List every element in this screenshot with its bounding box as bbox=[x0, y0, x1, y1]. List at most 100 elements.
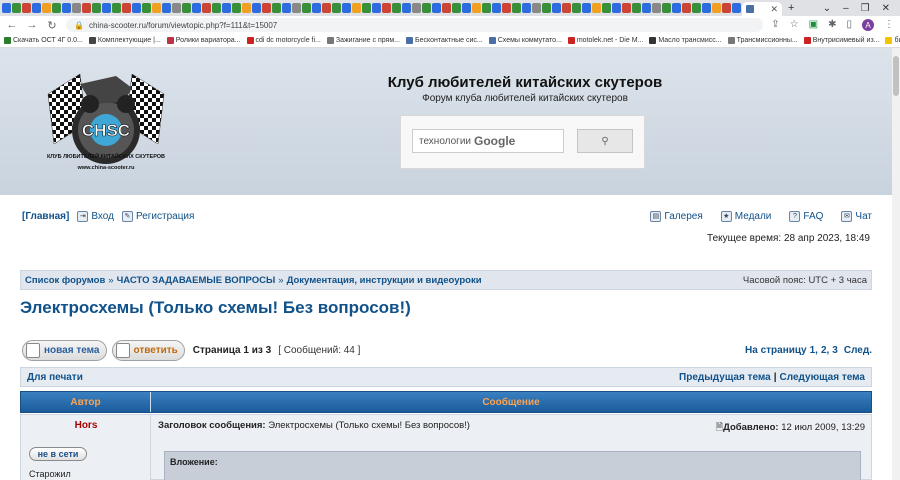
pinned-tab-favicon-icon[interactable] bbox=[262, 3, 271, 13]
author-name[interactable]: Hors bbox=[21, 420, 151, 431]
back-icon[interactable]: ← bbox=[6, 19, 18, 31]
pinned-tab-favicon-icon[interactable] bbox=[302, 3, 311, 13]
pinned-tab-favicon-icon[interactable] bbox=[362, 3, 371, 13]
pinned-tab-favicon-icon[interactable] bbox=[642, 3, 651, 13]
nav-login[interactable]: ⇥ Вход bbox=[77, 210, 114, 222]
pinned-tab-favicon-icon[interactable] bbox=[332, 3, 341, 13]
pinned-tab-favicon-icon[interactable] bbox=[222, 3, 231, 13]
scrollbar-thumb[interactable] bbox=[893, 56, 899, 96]
pinned-tab-favicon-icon[interactable] bbox=[522, 3, 531, 13]
pinned-tab-favicon-icon[interactable] bbox=[662, 3, 671, 13]
pinned-tab-favicon-icon[interactable] bbox=[172, 3, 181, 13]
pinned-tab-favicon-icon[interactable] bbox=[22, 3, 31, 13]
pinned-tab-favicon-icon[interactable] bbox=[72, 3, 81, 13]
pinned-tab-favicon-icon[interactable] bbox=[162, 3, 171, 13]
pinned-tab-favicon-icon[interactable] bbox=[352, 3, 361, 13]
pinned-tab-favicon-icon[interactable] bbox=[132, 3, 141, 13]
pinned-tab-favicon-icon[interactable] bbox=[442, 3, 451, 13]
tab-close-icon[interactable]: ✕ bbox=[770, 4, 778, 15]
pinned-tab-favicon-icon[interactable] bbox=[292, 3, 301, 13]
page-link-3[interactable]: 3 bbox=[832, 345, 838, 356]
page-link-1[interactable]: 1, bbox=[810, 345, 818, 356]
pinned-tab-favicon-icon[interactable] bbox=[482, 3, 491, 13]
topic-title[interactable]: Электросхемы (Только схемы! Без вопросов… bbox=[20, 298, 411, 318]
print-link[interactable]: Для печати bbox=[27, 372, 83, 383]
pinned-tab-favicon-icon[interactable] bbox=[52, 3, 61, 13]
post-icon[interactable]: 🗎 bbox=[715, 422, 723, 433]
bookmark-item[interactable]: motolek.net - Die M... bbox=[567, 37, 643, 44]
pinned-tab-favicon-icon[interactable] bbox=[582, 3, 591, 13]
pinned-tab-favicon-icon[interactable] bbox=[192, 3, 201, 13]
nav-home[interactable]: [Главная] bbox=[22, 211, 69, 222]
bookmark-item[interactable]: Трансмиссионны... bbox=[727, 37, 798, 44]
profile-avatar[interactable]: A bbox=[862, 19, 874, 31]
bookmark-star-icon[interactable]: ☆ bbox=[790, 19, 799, 31]
window-close-icon[interactable]: ✕ bbox=[882, 3, 890, 14]
pinned-tab-favicon-icon[interactable] bbox=[12, 3, 21, 13]
breadcrumb-forum-list[interactable]: Список форумов bbox=[25, 275, 105, 286]
pinned-tab-favicon-icon[interactable] bbox=[392, 3, 401, 13]
breadcrumb-faq[interactable]: ЧАСТО ЗАДАВАЕМЫЕ ВОПРОСЫ bbox=[117, 275, 276, 286]
pinned-tab-favicon-icon[interactable] bbox=[592, 3, 601, 13]
pinned-tab-favicon-icon[interactable] bbox=[682, 3, 691, 13]
pinned-tab-favicon-icon[interactable] bbox=[2, 3, 11, 13]
pinned-tab-favicon-icon[interactable] bbox=[612, 3, 621, 13]
bookmark-item[interactable]: Внутрисимевый из... bbox=[803, 37, 879, 44]
pinned-tab-favicon-icon[interactable] bbox=[152, 3, 161, 13]
pinned-tab-favicon-icon[interactable] bbox=[112, 3, 121, 13]
new-tab-icon[interactable]: + bbox=[788, 2, 794, 14]
pinned-tabs[interactable] bbox=[2, 3, 742, 13]
bookmark-item[interactable]: билайн (кс. Мой Б... bbox=[885, 37, 900, 44]
pinned-tab-favicon-icon[interactable] bbox=[472, 3, 481, 13]
pinned-tab-favicon-icon[interactable] bbox=[492, 3, 501, 13]
pinned-tab-favicon-icon[interactable] bbox=[512, 3, 521, 13]
address-bar[interactable]: 🔒 china-scooter.ru/forum/viewtopic.php?f… bbox=[66, 18, 764, 32]
chsc-logo[interactable]: CHSC КЛУБ ЛЮБИТЕЛЕЙ КИТАЙСКИХ СКУТЕРОВ w… bbox=[40, 54, 172, 184]
pinned-tab-favicon-icon[interactable] bbox=[42, 3, 51, 13]
nav-faq[interactable]: ? FAQ bbox=[789, 210, 823, 222]
pinned-tab-favicon-icon[interactable] bbox=[672, 3, 681, 13]
pinned-tab-favicon-icon[interactable] bbox=[402, 3, 411, 13]
bookmark-item[interactable]: Ролики вариатора... bbox=[166, 37, 241, 44]
pinned-tab-favicon-icon[interactable] bbox=[692, 3, 701, 13]
pinned-tab-favicon-icon[interactable] bbox=[252, 3, 261, 13]
bookmark-item[interactable]: Комплектующие |... bbox=[88, 37, 161, 44]
pinned-tab-favicon-icon[interactable] bbox=[732, 3, 741, 13]
bookmark-item[interactable]: Зажигание с прям... bbox=[326, 37, 400, 44]
search-input[interactable]: технологии Google bbox=[412, 129, 564, 153]
next-topic-link[interactable]: Следующая тема bbox=[780, 372, 865, 383]
pinned-tab-favicon-icon[interactable] bbox=[542, 3, 551, 13]
forward-icon[interactable]: → bbox=[26, 19, 38, 31]
pinned-tab-favicon-icon[interactable] bbox=[462, 3, 471, 13]
sidebar-icon[interactable]: ▯ bbox=[846, 19, 852, 31]
pinned-tab-favicon-icon[interactable] bbox=[92, 3, 101, 13]
minimize-icon[interactable]: – bbox=[843, 3, 849, 14]
pinned-tab-favicon-icon[interactable] bbox=[422, 3, 431, 13]
pinned-tab-favicon-icon[interactable] bbox=[242, 3, 251, 13]
bookmark-item[interactable]: Схемы коммутато... bbox=[488, 37, 562, 44]
pinned-tab-favicon-icon[interactable] bbox=[412, 3, 421, 13]
pinned-tab-favicon-icon[interactable] bbox=[102, 3, 111, 13]
pinned-tab-favicon-icon[interactable] bbox=[142, 3, 151, 13]
bookmark-item[interactable]: Скачать ОСТ 4Г 0.0... bbox=[4, 37, 83, 44]
pinned-tab-favicon-icon[interactable] bbox=[32, 3, 41, 13]
pinned-tab-favicon-icon[interactable] bbox=[552, 3, 561, 13]
reload-icon[interactable]: ↻ bbox=[46, 19, 58, 32]
nav-gallery[interactable]: ▤ Галерея bbox=[650, 210, 703, 222]
tab-search-icon[interactable]: ⌄ bbox=[823, 3, 831, 14]
bookmark-item[interactable]: Бесконтактные сис... bbox=[405, 37, 483, 44]
search-button[interactable]: ⚲ bbox=[577, 129, 633, 153]
pinned-tab-favicon-icon[interactable] bbox=[122, 3, 131, 13]
next-page-link[interactable]: След. bbox=[844, 345, 872, 356]
pinned-tab-favicon-icon[interactable] bbox=[432, 3, 441, 13]
nav-register[interactable]: ✎ Регистрация bbox=[121, 210, 194, 222]
maximize-icon[interactable]: ❐ bbox=[861, 3, 870, 14]
pinned-tab-favicon-icon[interactable] bbox=[282, 3, 291, 13]
extension-icon[interactable]: ▣ bbox=[809, 19, 818, 31]
pinned-tab-favicon-icon[interactable] bbox=[382, 3, 391, 13]
pinned-tab-favicon-icon[interactable] bbox=[452, 3, 461, 13]
pinned-tab-favicon-icon[interactable] bbox=[622, 3, 631, 13]
pinned-tab-favicon-icon[interactable] bbox=[652, 3, 661, 13]
pinned-tab-favicon-icon[interactable] bbox=[232, 3, 241, 13]
bookmark-item[interactable]: cdi dc motorcycle fi... bbox=[246, 37, 321, 44]
